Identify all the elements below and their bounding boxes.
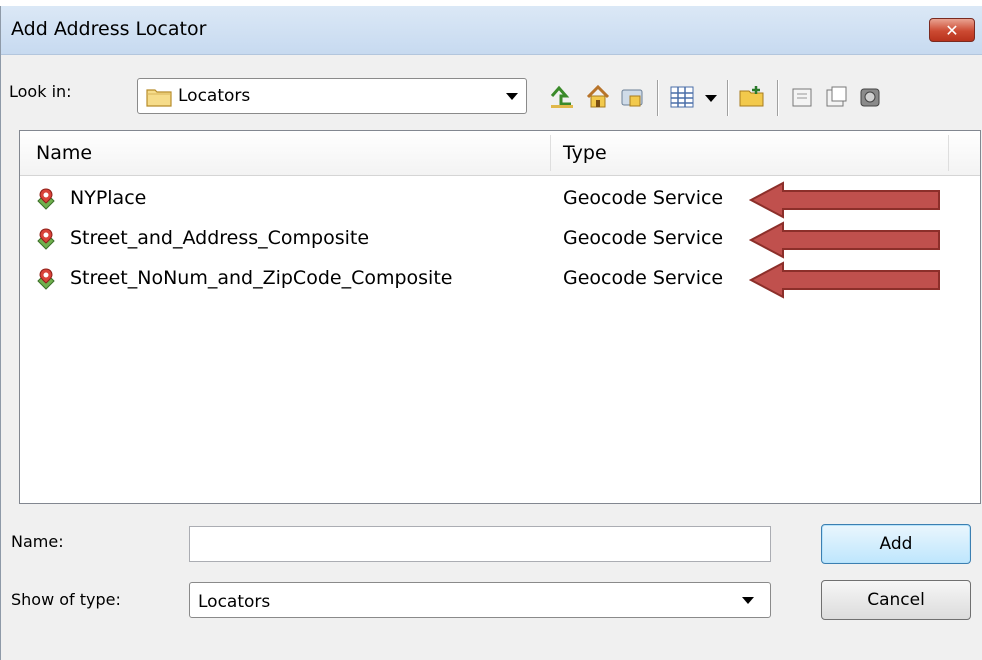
new-locator-icon[interactable] [823,84,849,110]
look-in-label: Look in: [9,82,72,101]
view-menu-icon[interactable] [669,84,695,110]
toolbar-separator [657,80,658,116]
locator-name: Street_and_Address_Composite [70,227,370,249]
locator-type: Geocode Service [563,267,724,289]
annotation-arrow [749,221,940,259]
name-label: Name: [11,532,64,551]
view-dropdown-chevron-icon[interactable] [705,95,717,102]
column-header-name[interactable]: Name [36,131,92,175]
dialog-title: Add Address Locator [11,18,207,40]
chevron-down-icon [506,93,518,100]
locator-name: NYPlace [70,187,147,209]
title-bar: Add Address Locator ✕ [1,6,982,55]
up-one-level-icon[interactable] [549,84,575,110]
toolbar-separator [727,80,728,116]
add-button[interactable]: Add [821,524,971,564]
show-of-type-label: Show of type: [11,590,121,609]
column-header-type[interactable]: Type [563,131,607,175]
address-locator-icon [37,268,55,290]
add-address-locator-dialog: Add Address Locator ✕ Look in: Locators [0,6,982,660]
show-of-type-value: Locators [198,592,271,612]
list-header: Name Type [20,131,980,176]
folder-icon [146,89,172,107]
annotation-arrow [749,261,940,299]
name-field[interactable] [189,526,771,562]
column-divider[interactable] [550,135,551,171]
address-locator-icon [37,188,55,210]
locator-type: Geocode Service [563,187,724,209]
new-folder-icon[interactable] [739,84,765,110]
connect-folder-icon[interactable] [619,84,645,110]
new-item-icon[interactable] [789,84,815,110]
cancel-button[interactable]: Cancel [821,580,971,620]
column-divider[interactable] [948,135,949,171]
locator-name: Street_NoNum_and_ZipCode_Composite [70,267,453,289]
toolbar-separator [777,80,778,116]
home-folder-icon[interactable] [585,84,611,110]
show-of-type-dropdown[interactable]: Locators [189,582,771,618]
locator-type: Geocode Service [563,227,724,249]
chevron-down-icon [742,597,754,604]
look-in-value: Locators [178,86,251,106]
geocode-service-icon[interactable] [857,84,883,110]
annotation-arrow [749,181,940,219]
look-in-dropdown[interactable]: Locators [137,78,527,114]
address-locator-icon [37,228,55,250]
close-button[interactable]: ✕ [929,18,975,42]
